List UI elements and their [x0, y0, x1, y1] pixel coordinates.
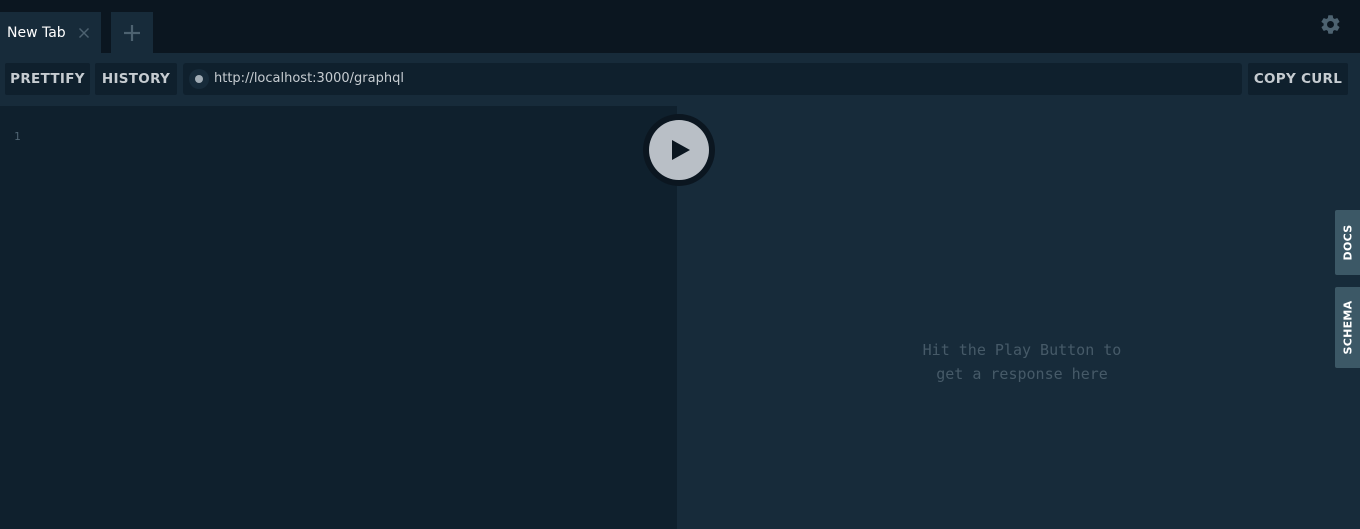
endpoint-url-input[interactable] [214, 63, 1214, 95]
plus-icon [124, 25, 140, 41]
history-button[interactable]: HISTORY [95, 63, 177, 95]
gear-icon [1321, 15, 1340, 34]
status-dot-icon [195, 75, 203, 83]
play-icon [672, 140, 690, 160]
query-editor[interactable]: 1 [0, 106, 677, 529]
placeholder-line: Hit the Play Button to [922, 341, 1122, 359]
schema-tab-label: SCHEMA [1341, 300, 1355, 355]
add-tab-button[interactable] [111, 12, 153, 53]
docs-tab-label: DOCS [1341, 224, 1355, 261]
execute-query-button[interactable] [649, 120, 709, 180]
tab-bar: New Tab [0, 0, 1360, 53]
endpoint-url-bar [183, 63, 1242, 95]
close-icon[interactable] [78, 24, 90, 42]
settings-button[interactable] [1319, 13, 1342, 36]
graphql-playground: New Tab PRETTIFY HISTORY http://localhos… [0, 0, 1360, 529]
copy-curl-button[interactable]: COPY CURL [1248, 63, 1348, 95]
execute-query-ring [643, 114, 715, 186]
result-panel: Hit the Play Button to get a response he… [677, 106, 1360, 529]
line-number: 1 [14, 130, 21, 143]
schema-tab[interactable]: SCHEMA [1335, 287, 1360, 368]
prettify-button[interactable]: PRETTIFY [5, 63, 90, 95]
result-placeholder: Hit the Play Button to get a response he… [872, 338, 1172, 386]
tab-new-tab[interactable]: New Tab [0, 12, 101, 53]
docs-tab[interactable]: DOCS [1335, 210, 1360, 275]
placeholder-line: get a response here [936, 365, 1108, 383]
connection-status-indicator [189, 69, 209, 89]
tab-label: New Tab [7, 24, 66, 41]
toolbar: PRETTIFY HISTORY COPY CURL [0, 53, 1360, 106]
